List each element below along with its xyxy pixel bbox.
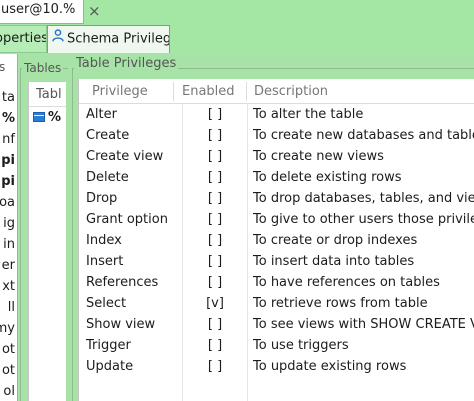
enabled-checkbox[interactable]: [ ] bbox=[187, 315, 243, 335]
tab-row: operties Schema Privileges bbox=[0, 24, 474, 54]
enabled-checkbox[interactable]: [ ] bbox=[187, 357, 243, 377]
privilege-description: To have references on tables bbox=[253, 275, 440, 290]
table-row[interactable]: Update [ ] To update existing rows bbox=[79, 357, 474, 378]
privilege-description: To create or drop indexes bbox=[253, 233, 418, 248]
table-row[interactable]: Trigger [ ] To use triggers bbox=[79, 336, 474, 357]
close-icon[interactable]: × bbox=[88, 1, 101, 21]
table-row[interactable]: Delete [ ] To delete existing rows bbox=[79, 168, 474, 189]
table-row[interactable]: Insert [ ] To insert data into tables bbox=[79, 252, 474, 273]
tables-list[interactable]: Tabl % bbox=[28, 82, 66, 401]
privilege-description: To update existing rows bbox=[253, 359, 407, 374]
privilege-description: To delete existing rows bbox=[253, 170, 402, 185]
privilege-name: Grant option bbox=[86, 212, 168, 227]
privileges-table[interactable]: Privilege Enabled Description Alter [ ] To… bbox=[78, 79, 474, 401]
list-item[interactable]: pi bbox=[1, 153, 15, 168]
table-icon bbox=[33, 112, 45, 122]
column-header-description[interactable]: Description bbox=[254, 84, 328, 99]
enabled-checkbox[interactable]: [ ] bbox=[187, 105, 243, 125]
list-item[interactable]: ll bbox=[8, 300, 15, 315]
privilege-name: Create view bbox=[86, 149, 164, 164]
table-row[interactable]: Create [ ] To create new databases and tab… bbox=[79, 126, 474, 147]
enabled-checkbox[interactable]: [ ] bbox=[187, 168, 243, 188]
list-item[interactable]: my bbox=[0, 321, 15, 336]
table-privileges-caption: Table Privileges bbox=[74, 56, 179, 71]
list-item[interactable]: oa bbox=[0, 195, 15, 210]
enabled-checkbox[interactable]: [ ] bbox=[187, 210, 243, 230]
enabled-checkbox[interactable]: [ ] bbox=[187, 126, 243, 146]
table-row[interactable]: Grant option [ ] To give to other users th… bbox=[79, 210, 474, 231]
list-item[interactable]: ta bbox=[2, 90, 15, 105]
column-separator bbox=[246, 82, 247, 101]
privilege-description: To create new views bbox=[253, 149, 384, 164]
tables-column-header[interactable]: Tabl bbox=[29, 82, 66, 107]
column-header-enabled[interactable]: Enabled bbox=[182, 84, 235, 99]
list-item[interactable]: ot bbox=[2, 342, 15, 357]
column-separator bbox=[173, 82, 174, 101]
list-item[interactable]: ig bbox=[3, 216, 15, 231]
editor-tab-title: user@10.% bbox=[1, 2, 76, 17]
privilege-name: Update bbox=[86, 359, 134, 374]
table-row[interactable]: Drop [ ] To drop databases, tables, and vi… bbox=[79, 189, 474, 210]
privilege-name: Select bbox=[86, 296, 127, 311]
list-item[interactable]: ol bbox=[3, 384, 15, 399]
logs-group-label: ogs bbox=[0, 60, 6, 74]
privilege-description: To insert data into tables bbox=[253, 254, 415, 269]
list-item[interactable]: xt bbox=[2, 279, 15, 294]
privileges-table-header: Privilege Enabled Description bbox=[79, 79, 474, 104]
privilege-name: Trigger bbox=[86, 338, 131, 353]
privilege-name: Create bbox=[86, 128, 130, 143]
privilege-name: References bbox=[86, 275, 159, 290]
left-list[interactable]: ta % nf pi pi oa ig in er xt ll my ot ot… bbox=[0, 54, 18, 401]
privilege-name: Insert bbox=[86, 254, 124, 269]
table-row[interactable]: References [ ] To have references on table… bbox=[79, 273, 474, 294]
list-item[interactable]: ot bbox=[2, 363, 15, 378]
enabled-checkbox[interactable]: [ ] bbox=[187, 336, 243, 356]
enabled-checkbox[interactable]: [ ] bbox=[187, 252, 243, 272]
tables-group-caption: Tables bbox=[22, 61, 64, 75]
user-icon bbox=[52, 26, 64, 52]
enabled-checkbox[interactable]: [ ] bbox=[187, 273, 243, 293]
privilege-name: Drop bbox=[86, 191, 118, 206]
editor-tab[interactable]: user@10.% bbox=[0, 0, 84, 24]
table-row-label: % bbox=[48, 110, 62, 125]
privilege-name: Show view bbox=[86, 317, 156, 332]
column-header-privilege[interactable]: Privilege bbox=[92, 84, 148, 99]
privilege-name: Alter bbox=[86, 107, 117, 122]
tab-properties-label: operties bbox=[0, 31, 47, 46]
table-row[interactable]: % bbox=[29, 110, 66, 130]
privilege-description: To see views with SHOW CREATE VIEW bbox=[253, 317, 474, 332]
privilege-name: Delete bbox=[86, 170, 129, 185]
enabled-checkbox[interactable]: [ ] bbox=[187, 147, 243, 167]
list-item[interactable]: in bbox=[3, 237, 15, 252]
privilege-description: To alter the table bbox=[253, 107, 364, 122]
table-row[interactable]: Show view [ ] To see views with SHOW CREAT… bbox=[79, 315, 474, 336]
table-row[interactable]: Index [ ] To create or drop indexes bbox=[79, 231, 474, 252]
tab-properties[interactable]: operties bbox=[0, 25, 47, 53]
list-item[interactable]: % bbox=[2, 111, 15, 126]
enabled-checkbox[interactable]: [ ] bbox=[187, 231, 243, 251]
privilege-description: To create new databases and tables bbox=[253, 128, 474, 143]
privilege-description: To drop databases, tables, and views bbox=[253, 191, 474, 206]
tab-schema-privileges-label: Schema Privileges bbox=[67, 31, 169, 47]
list-item[interactable]: pi bbox=[1, 174, 15, 189]
tab-schema-privileges[interactable]: Schema Privileges bbox=[47, 25, 170, 53]
table-row[interactable]: Create view [ ] To create new views bbox=[79, 147, 474, 168]
enabled-checkbox[interactable]: [v] bbox=[187, 294, 243, 314]
list-item[interactable]: nf bbox=[2, 132, 15, 147]
enabled-checkbox[interactable]: [ ] bbox=[187, 189, 243, 209]
privilege-description: To give to other users those privileges … bbox=[253, 212, 474, 227]
privilege-description: To retrieve rows from table bbox=[253, 296, 428, 311]
privilege-description: To use triggers bbox=[253, 338, 349, 353]
list-item[interactable]: er bbox=[2, 258, 15, 273]
table-row[interactable]: Select [v] To retrieve rows from table bbox=[79, 294, 474, 315]
table-row[interactable]: Alter [ ] To alter the table bbox=[79, 105, 474, 126]
privilege-name: Index bbox=[86, 233, 122, 248]
